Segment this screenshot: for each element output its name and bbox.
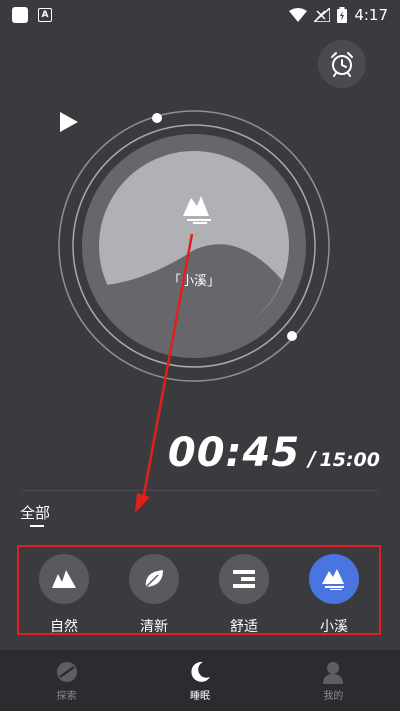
- nav-profile[interactable]: 我的: [293, 660, 373, 702]
- sound-label: 清新: [140, 619, 168, 635]
- lines-icon: [233, 570, 255, 588]
- mountains-icon: [52, 570, 76, 588]
- sound-circle[interactable]: [129, 554, 179, 604]
- sound-circle[interactable]: [309, 554, 359, 604]
- sound-item-nature[interactable]: 自然: [29, 554, 99, 636]
- moon-icon: [191, 661, 210, 682]
- sound-circle[interactable]: [219, 554, 269, 604]
- nav-explore[interactable]: 探索: [27, 660, 107, 702]
- nav-label: 我的: [323, 690, 344, 702]
- sound-circle[interactable]: [39, 554, 89, 604]
- sound-label: 小溪: [320, 619, 348, 635]
- leaf-icon: [145, 570, 163, 588]
- bottom-nav: 探索 睡眠 我的: [0, 650, 400, 711]
- sound-label: 自然: [50, 619, 78, 635]
- explore-icon: [56, 661, 77, 682]
- sound-item-fresh[interactable]: 清新: [119, 554, 189, 636]
- sound-list: 自然 清新 舒适 小溪: [17, 545, 381, 635]
- sound-item-stream[interactable]: 小溪: [299, 554, 369, 636]
- stream-icon: [322, 569, 344, 590]
- sound-item-comfort[interactable]: 舒适: [209, 554, 279, 636]
- sound-label: 舒适: [230, 619, 258, 635]
- profile-icon: [323, 661, 344, 684]
- nav-sleep[interactable]: 睡眠: [160, 660, 240, 702]
- nav-label: 探索: [56, 690, 77, 702]
- nav-label: 睡眠: [189, 690, 210, 702]
